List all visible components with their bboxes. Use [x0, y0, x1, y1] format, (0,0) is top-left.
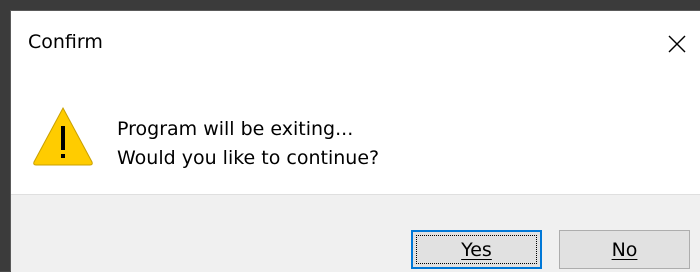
close-icon — [668, 35, 686, 53]
yes-button[interactable]: Yes — [411, 230, 542, 269]
dialog-titlebar: Confirm — [11, 11, 700, 77]
warning-icon — [33, 106, 93, 166]
dialog-content: Program will be exiting... Would you lik… — [11, 77, 700, 194]
dialog-title: Confirm — [28, 31, 103, 53]
message-line-1: Program will be exiting... — [117, 118, 354, 140]
no-button[interactable]: No — [559, 230, 690, 269]
confirm-dialog: Confirm Program will be exiting... Would… — [10, 10, 700, 272]
dialog-footer: Yes No — [11, 194, 700, 272]
dialog-message: Program will be exiting... Would you lik… — [117, 115, 379, 173]
message-line-2: Would you like to continue? — [117, 147, 380, 169]
no-button-label: No — [611, 238, 638, 261]
yes-button-label: Yes — [461, 238, 492, 261]
close-button[interactable] — [654, 11, 700, 77]
